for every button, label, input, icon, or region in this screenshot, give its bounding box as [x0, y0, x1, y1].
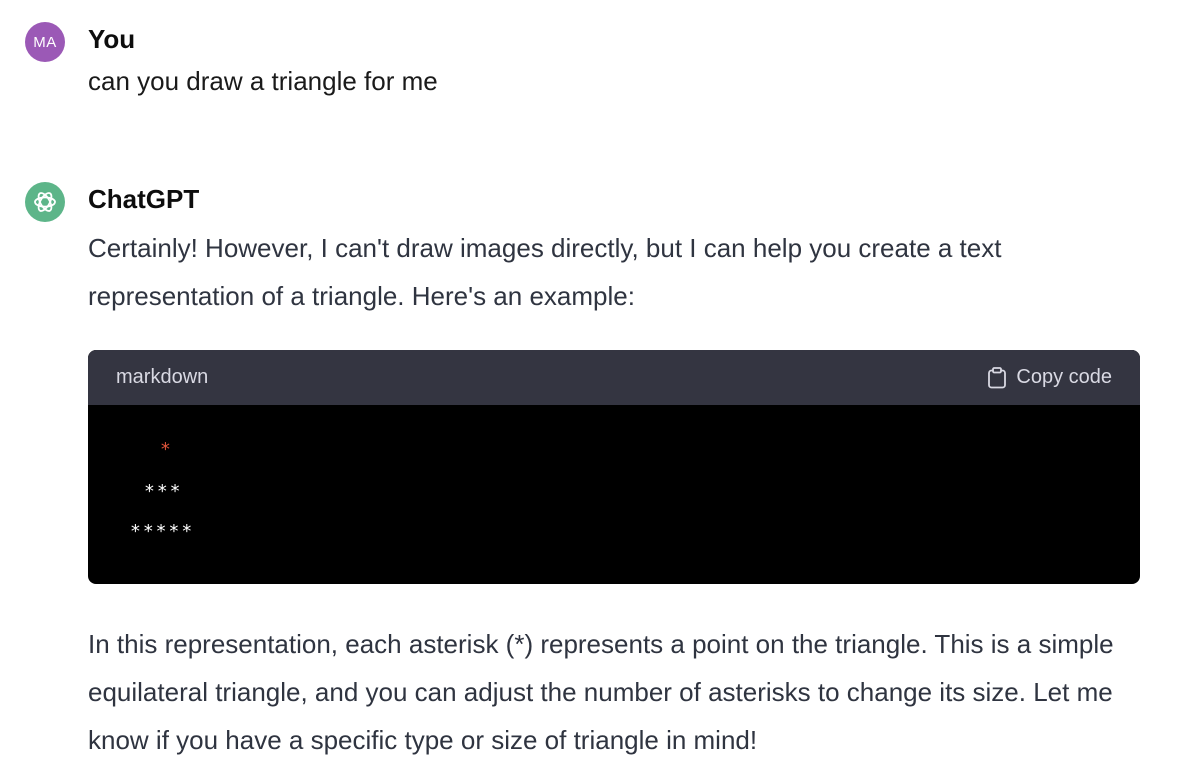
- code-block-header: markdown Copy code: [88, 350, 1140, 405]
- user-author-name: You: [88, 24, 136, 54]
- code-line: *****: [130, 521, 195, 542]
- assistant-avatar: [25, 182, 65, 222]
- copy-code-button[interactable]: Copy code: [987, 366, 1112, 389]
- assistant-author-name: ChatGPT: [88, 184, 200, 214]
- code-block-body: * *** *****: [88, 405, 1140, 584]
- user-avatar-initials: MA: [33, 33, 57, 51]
- assistant-intro-text: Certainly! However, I can't draw images …: [88, 233, 1002, 311]
- code-block: markdown Copy code * *** *****: [88, 350, 1140, 584]
- openai-logo-icon: [34, 192, 56, 212]
- assistant-outro-text: In this representation, each asterisk (*…: [88, 629, 1114, 755]
- clipboard-icon: [988, 366, 1007, 388]
- code-line: *: [160, 439, 173, 460]
- copy-code-label: Copy code: [1016, 366, 1112, 388]
- user-message-text: can you draw a triangle for me: [88, 66, 438, 96]
- user-avatar: MA: [25, 22, 65, 62]
- code-line: ***: [144, 481, 183, 502]
- code-language-label: markdown: [116, 366, 209, 388]
